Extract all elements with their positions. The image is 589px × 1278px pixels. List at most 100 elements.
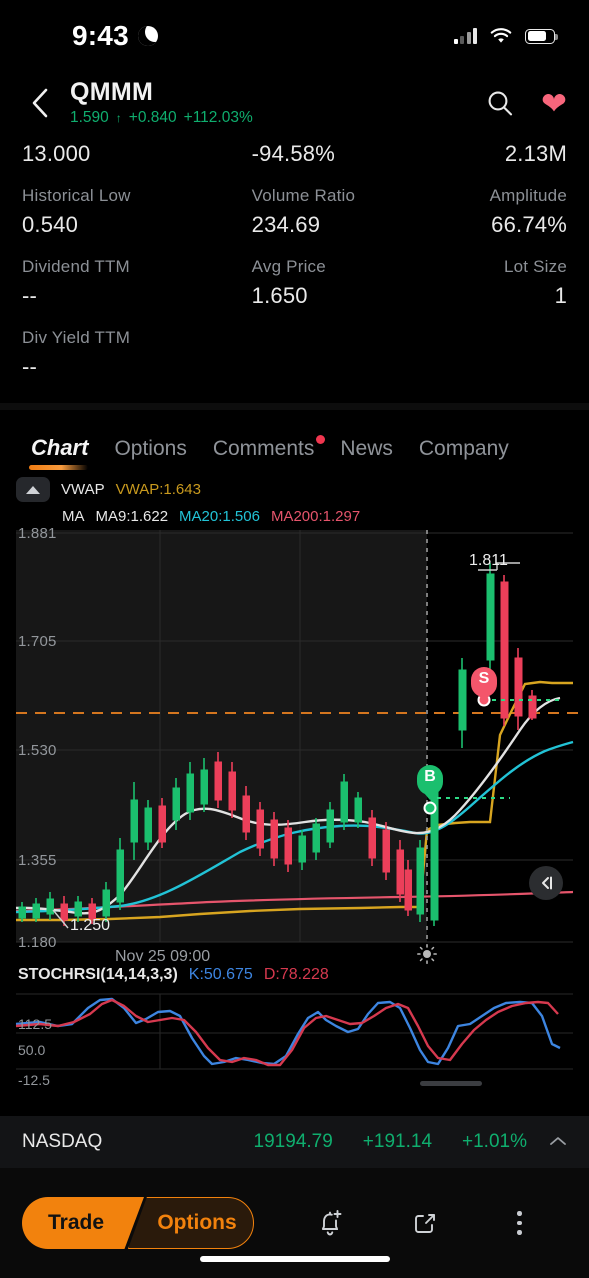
stochrsi-y-tick: 112.5 <box>18 1016 52 1033</box>
chart-legends: VWAP VWAP:1.643 MA MA9:1.622 MA20:1.506 … <box>0 470 589 530</box>
stochrsi-canvas <box>15 993 573 1070</box>
stochrsi-chart[interactable]: 112.5 50.0 -12.5 <box>0 986 589 1089</box>
stats-row-values-3: -- 1.650 1 <box>22 280 567 312</box>
buy-marker[interactable]: B <box>417 765 443 796</box>
stat-label: Avg Price <box>251 256 326 276</box>
y-axis-tick: 1.180 <box>18 934 57 952</box>
stat-value: 1 <box>554 283 567 309</box>
index-name: NASDAQ <box>22 1131 103 1152</box>
stat-value: 2.13M <box>504 141 567 166</box>
page-title: QMMM <box>70 78 154 107</box>
bottom-icon-group <box>254 1203 567 1243</box>
triangle-up-icon[interactable] <box>16 477 50 503</box>
tab-company[interactable]: Company <box>406 437 522 470</box>
options-button[interactable]: Options <box>128 1197 254 1249</box>
price-change-percent: +112.03% <box>183 108 253 126</box>
stat-value: 0.540 <box>22 212 79 238</box>
stats-row-labels-2: Historical Low Volume Ratio Amplitude <box>22 170 567 209</box>
stochrsi-k-value: K:50.675 <box>188 966 253 984</box>
stats-grid: 13.000 -94.58% 2.13M Historical Low Volu… <box>0 134 589 403</box>
stat-value: 66.74% <box>491 212 567 238</box>
stats-row-values-1: 13.000 -94.58% 2.13M <box>22 138 567 170</box>
cellular-signal-icon <box>453 28 477 44</box>
x-axis-tick: Nov 25 09:00 <box>115 948 211 966</box>
share-icon[interactable] <box>405 1203 445 1243</box>
symbol-block: QMMM 1.590 ↑ +0.840 +112.03% <box>70 79 485 126</box>
stats-row-values-4: -- <box>22 351 567 383</box>
stats-row-values-2: 0.540 234.69 66.74% <box>22 209 567 241</box>
ma-name: MA <box>62 508 85 526</box>
stat-label: Volume Ratio <box>251 185 356 205</box>
status-bar: 9:43 <box>0 0 589 72</box>
stats-row-labels-4: Div Yield TTM <box>22 312 567 351</box>
high-price-label: 1.811 <box>469 552 508 570</box>
crescent-moon-icon <box>137 26 158 46</box>
search-icon[interactable] <box>485 88 515 118</box>
vwap-name: VWAP <box>61 481 105 499</box>
tab-underline <box>29 465 89 471</box>
tab-label: Options <box>114 437 187 461</box>
price-chart-canvas <box>15 530 578 943</box>
clock: 9:43 <box>72 20 129 51</box>
stat-value: 1.650 <box>251 283 308 309</box>
y-axis-tick: 1.705 <box>18 633 57 651</box>
header-actions: ❤ <box>485 88 567 119</box>
collapse-left-icon[interactable] <box>529 866 563 901</box>
wifi-icon <box>490 28 512 44</box>
index-value: 19194.79 <box>253 1131 333 1152</box>
tab-bar: Chart Options Comments News Company <box>0 410 589 471</box>
tab-options[interactable]: Options <box>101 437 199 470</box>
stat-label: Historical Low <box>22 185 131 205</box>
stat-value: 13.000 <box>22 141 91 166</box>
price-chart[interactable]: 1.881 1.705 1.530 1.355 1.180 1.811 1.25… <box>0 525 589 965</box>
last-price: 1.590 <box>70 108 109 126</box>
notification-badge-dot <box>316 435 326 445</box>
index-summary-bar[interactable]: NASDAQ 19194.79 +191.14 +1.01% <box>0 1116 589 1168</box>
horizontal-scrollbar-thumb[interactable] <box>420 1081 482 1087</box>
stochrsi-title: STOCHRSI(14,14,3,3) <box>18 966 178 984</box>
stat-value: -94.58% <box>251 141 335 166</box>
bell-plus-icon[interactable] <box>310 1203 350 1243</box>
home-indicator <box>199 1256 390 1262</box>
up-arrow-icon: ↑ <box>115 110 122 125</box>
sun-icon <box>417 944 437 964</box>
stochrsi-legend: STOCHRSI(14,14,3,3) K:50.675 D:78.228 <box>0 960 589 986</box>
quote-line: 1.590 ↑ +0.840 +112.03% <box>70 109 485 127</box>
back-button[interactable] <box>22 85 58 121</box>
stochrsi-y-tick: -12.5 <box>18 1072 50 1089</box>
tab-chart[interactable]: Chart <box>18 435 101 471</box>
ma20-value: MA20:1.506 <box>179 508 260 526</box>
stat-value: 234.69 <box>251 212 321 238</box>
sell-marker[interactable]: S <box>471 667 497 698</box>
stochrsi-d-value: D:78.228 <box>263 966 329 984</box>
index-change-percent: +1.01% <box>462 1131 527 1152</box>
stat-value: -- <box>22 354 38 380</box>
tab-news[interactable]: News <box>327 437 406 470</box>
app-screen: 9:43 QMMM 1.590 ↑ +0.840 +112.03% ❤ 13.0… <box>0 0 589 1278</box>
status-bar-right <box>453 28 558 44</box>
stat-label: Dividend TTM <box>22 256 130 276</box>
section-divider <box>0 403 589 411</box>
page-header: QMMM 1.590 ↑ +0.840 +112.03% ❤ <box>0 72 589 134</box>
tab-label: Company <box>418 437 509 461</box>
tab-comments[interactable]: Comments <box>200 435 328 470</box>
tab-label: Comments <box>212 437 315 461</box>
index-values: 19194.79 +191.14 +1.01% <box>102 1131 527 1153</box>
status-bar-left: 9:43 <box>0 20 158 52</box>
ma9-value: MA9:1.622 <box>95 508 169 526</box>
vwap-value: VWAP:1.643 <box>115 481 201 499</box>
kebab-menu-icon[interactable] <box>500 1203 540 1243</box>
chevron-up-icon[interactable] <box>549 1134 567 1151</box>
stat-label: Lot Size <box>503 256 567 276</box>
low-price-label: 1.250 <box>70 917 111 935</box>
heart-icon[interactable]: ❤ <box>541 88 567 119</box>
stat-label: Amplitude <box>489 185 567 205</box>
vwap-legend-row: VWAP VWAP:1.643 <box>0 476 589 503</box>
trade-button[interactable]: Trade <box>22 1197 144 1249</box>
index-change: +191.14 <box>362 1131 433 1152</box>
trade-options-group: Trade Options <box>22 1197 254 1249</box>
y-axis-tick: 1.355 <box>18 852 57 870</box>
battery-icon <box>525 28 558 44</box>
stochrsi-y-tick: 50.0 <box>18 1042 46 1059</box>
tab-label: News <box>340 437 393 461</box>
